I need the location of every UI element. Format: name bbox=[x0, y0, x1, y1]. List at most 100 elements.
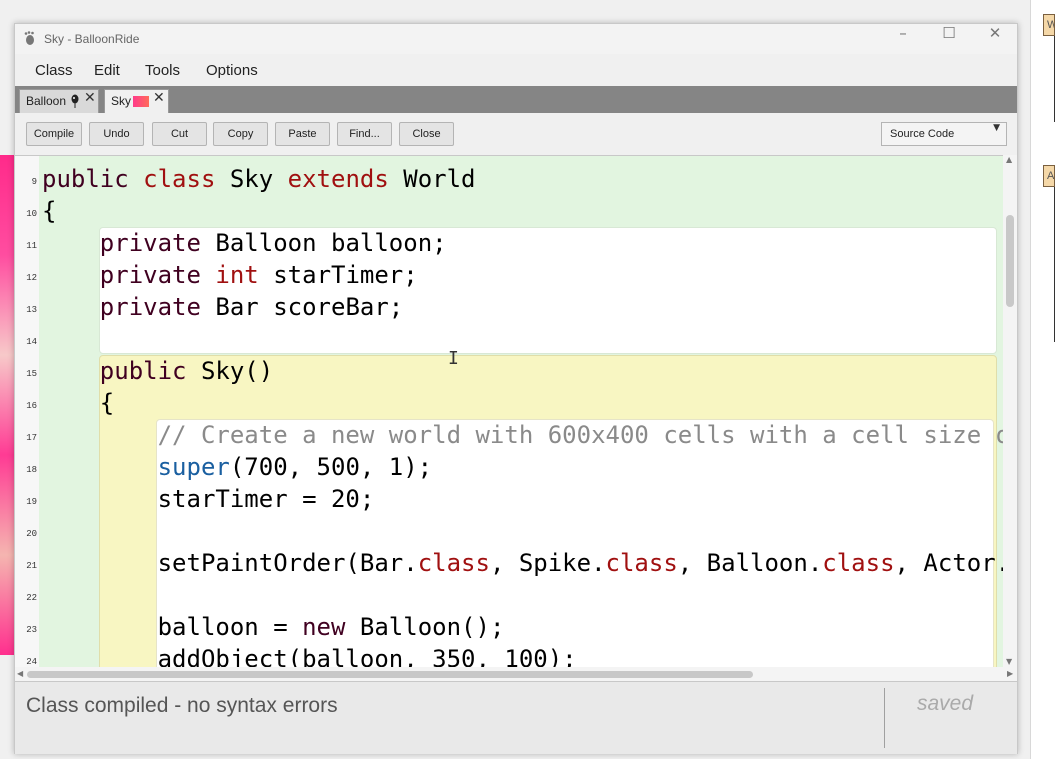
title-bar[interactable]: Sky - BalloonRide – ☐ ✕ bbox=[15, 24, 1017, 54]
compile-button[interactable]: Compile bbox=[26, 122, 82, 146]
code-token: Bar scoreBar; bbox=[200, 293, 404, 321]
line-number: 16 bbox=[26, 401, 37, 411]
background-note-w: W bbox=[1043, 14, 1055, 36]
scroll-up-icon[interactable]: ▲ bbox=[1006, 155, 1012, 164]
line-number: 15 bbox=[26, 369, 37, 379]
horizontal-scroll-thumb[interactable] bbox=[27, 671, 753, 678]
line-number: 21 bbox=[26, 561, 37, 571]
code-token: { bbox=[42, 389, 115, 417]
tab-balloon[interactable]: Balloon ✕ bbox=[19, 89, 99, 113]
tab-close-icon[interactable]: ✕ bbox=[153, 90, 165, 106]
code-token-kw-dark: new bbox=[302, 613, 346, 641]
code-token: , Balloon. bbox=[677, 549, 823, 577]
vertical-scrollbar[interactable]: ▲ ▼ bbox=[1003, 155, 1017, 689]
view-mode-select[interactable]: Source Code ▼ bbox=[881, 122, 1007, 146]
code-token-super: super bbox=[157, 453, 230, 481]
sky-thumbnail-icon bbox=[133, 96, 149, 107]
code-line[interactable]: private Bar scoreBar; bbox=[42, 291, 403, 323]
status-divider bbox=[884, 688, 885, 748]
code-token: setPaintOrder(Bar. bbox=[42, 549, 418, 577]
code-line[interactable]: starTimer = 20; bbox=[42, 483, 375, 515]
horizontal-scrollbar[interactable]: ◀ ▶ bbox=[15, 667, 1017, 681]
code-token: starTimer; bbox=[258, 261, 418, 289]
line-number: 9 bbox=[31, 177, 37, 187]
menu-edit[interactable]: Edit bbox=[94, 62, 120, 79]
code-token-kw: int bbox=[215, 261, 259, 289]
background-greenfoot-world-strip bbox=[0, 155, 14, 655]
code-token-kw: class bbox=[605, 549, 678, 577]
line-number: 22 bbox=[26, 593, 37, 603]
cut-button[interactable]: Cut bbox=[152, 122, 207, 146]
source-code[interactable]: public class Sky extends World{ private … bbox=[42, 156, 1017, 690]
code-token-kw-dark: public bbox=[42, 165, 129, 193]
code-token: { bbox=[42, 197, 57, 225]
code-token: World bbox=[388, 165, 476, 193]
line-number: 19 bbox=[26, 497, 37, 507]
code-editor[interactable]: 9 10 11 12 13 14 15 16 17 18 19 20 21 22 23 24 public c… bbox=[15, 155, 1017, 690]
vertical-scroll-thumb[interactable] bbox=[1006, 215, 1014, 307]
tab-bar: Balloon ✕ Sky ✕ bbox=[15, 86, 1017, 113]
code-token: starTimer = 20; bbox=[42, 485, 375, 513]
code-line[interactable]: private int starTimer; bbox=[42, 259, 418, 291]
menu-options[interactable]: Options bbox=[206, 62, 258, 79]
line-number: 12 bbox=[26, 273, 37, 283]
chevron-down-icon: ▼ bbox=[993, 123, 1000, 133]
scroll-right-icon[interactable]: ▶ bbox=[1007, 669, 1013, 678]
code-line[interactable]: setPaintOrder(Bar.class, Spike.class, Ba… bbox=[42, 547, 1011, 579]
text-cursor-icon: I bbox=[448, 348, 459, 369]
line-number: 11 bbox=[26, 241, 37, 251]
compile-status-message: Class compiled - no syntax errors bbox=[26, 694, 338, 717]
status-bar: Class compiled - no syntax errors saved bbox=[15, 681, 1017, 754]
code-line[interactable]: public class Sky extends World bbox=[42, 163, 476, 195]
code-line[interactable]: { bbox=[42, 195, 56, 227]
scroll-down-icon[interactable]: ▼ bbox=[1006, 657, 1012, 666]
code-token: , Spike. bbox=[489, 549, 606, 577]
code-token: , Actor. bbox=[894, 549, 1011, 577]
code-token-kw-dark: private bbox=[99, 261, 201, 289]
saved-indicator: saved bbox=[917, 692, 974, 715]
code-token-kw: class bbox=[417, 549, 490, 577]
code-line[interactable]: super(700, 500, 1); bbox=[42, 451, 433, 483]
code-line[interactable]: balloon = new Balloon(); bbox=[42, 611, 505, 643]
menu-tools[interactable]: Tools bbox=[145, 62, 180, 79]
tab-label: Sky bbox=[111, 94, 132, 108]
code-line[interactable]: // Create a new world with 600x400 cells… bbox=[42, 419, 1011, 451]
window-title: Sky - BalloonRide bbox=[44, 32, 140, 46]
line-number: 18 bbox=[26, 465, 37, 475]
line-number: 10 bbox=[26, 209, 37, 219]
background-class-diagram bbox=[1030, 0, 1055, 759]
maximize-button[interactable]: ☐ bbox=[926, 24, 972, 54]
line-number: 13 bbox=[26, 305, 37, 315]
copy-button[interactable]: Copy bbox=[213, 122, 268, 146]
scroll-left-icon[interactable]: ◀ bbox=[17, 669, 23, 678]
close-window-button[interactable]: ✕ bbox=[972, 24, 1018, 54]
line-number: 24 bbox=[26, 657, 37, 667]
view-mode-value: Source Code bbox=[890, 128, 955, 140]
code-token: Balloon(); bbox=[345, 613, 505, 641]
editor-window: Sky - BalloonRide – ☐ ✕ Class Edit Tools… bbox=[14, 23, 1018, 754]
line-number-gutter: 9 10 11 12 13 14 15 16 17 18 19 20 21 22 23 24 bbox=[15, 156, 39, 690]
line-number: 14 bbox=[26, 337, 37, 347]
code-line[interactable]: public Sky() bbox=[42, 355, 273, 387]
code-token-kw-dark: private bbox=[99, 229, 201, 257]
tab-sky[interactable]: Sky ✕ bbox=[104, 89, 169, 113]
code-token-kw-dark: private bbox=[99, 293, 201, 321]
greenfoot-foot-icon bbox=[24, 31, 34, 45]
code-line[interactable]: private Balloon balloon; bbox=[42, 227, 447, 259]
undo-button[interactable]: Undo bbox=[89, 122, 144, 146]
close-button[interactable]: Close bbox=[399, 122, 454, 146]
minimize-button[interactable]: – bbox=[880, 24, 926, 54]
code-line[interactable]: { bbox=[42, 387, 114, 419]
code-token-kw: extends bbox=[287, 165, 389, 193]
code-token-kw: class bbox=[822, 549, 895, 577]
background-note-a: A bbox=[1043, 165, 1055, 187]
paste-button[interactable]: Paste bbox=[275, 122, 330, 146]
tab-close-icon[interactable]: ✕ bbox=[84, 90, 96, 106]
menu-class[interactable]: Class bbox=[35, 62, 73, 79]
find-button[interactable]: Find... bbox=[337, 122, 392, 146]
